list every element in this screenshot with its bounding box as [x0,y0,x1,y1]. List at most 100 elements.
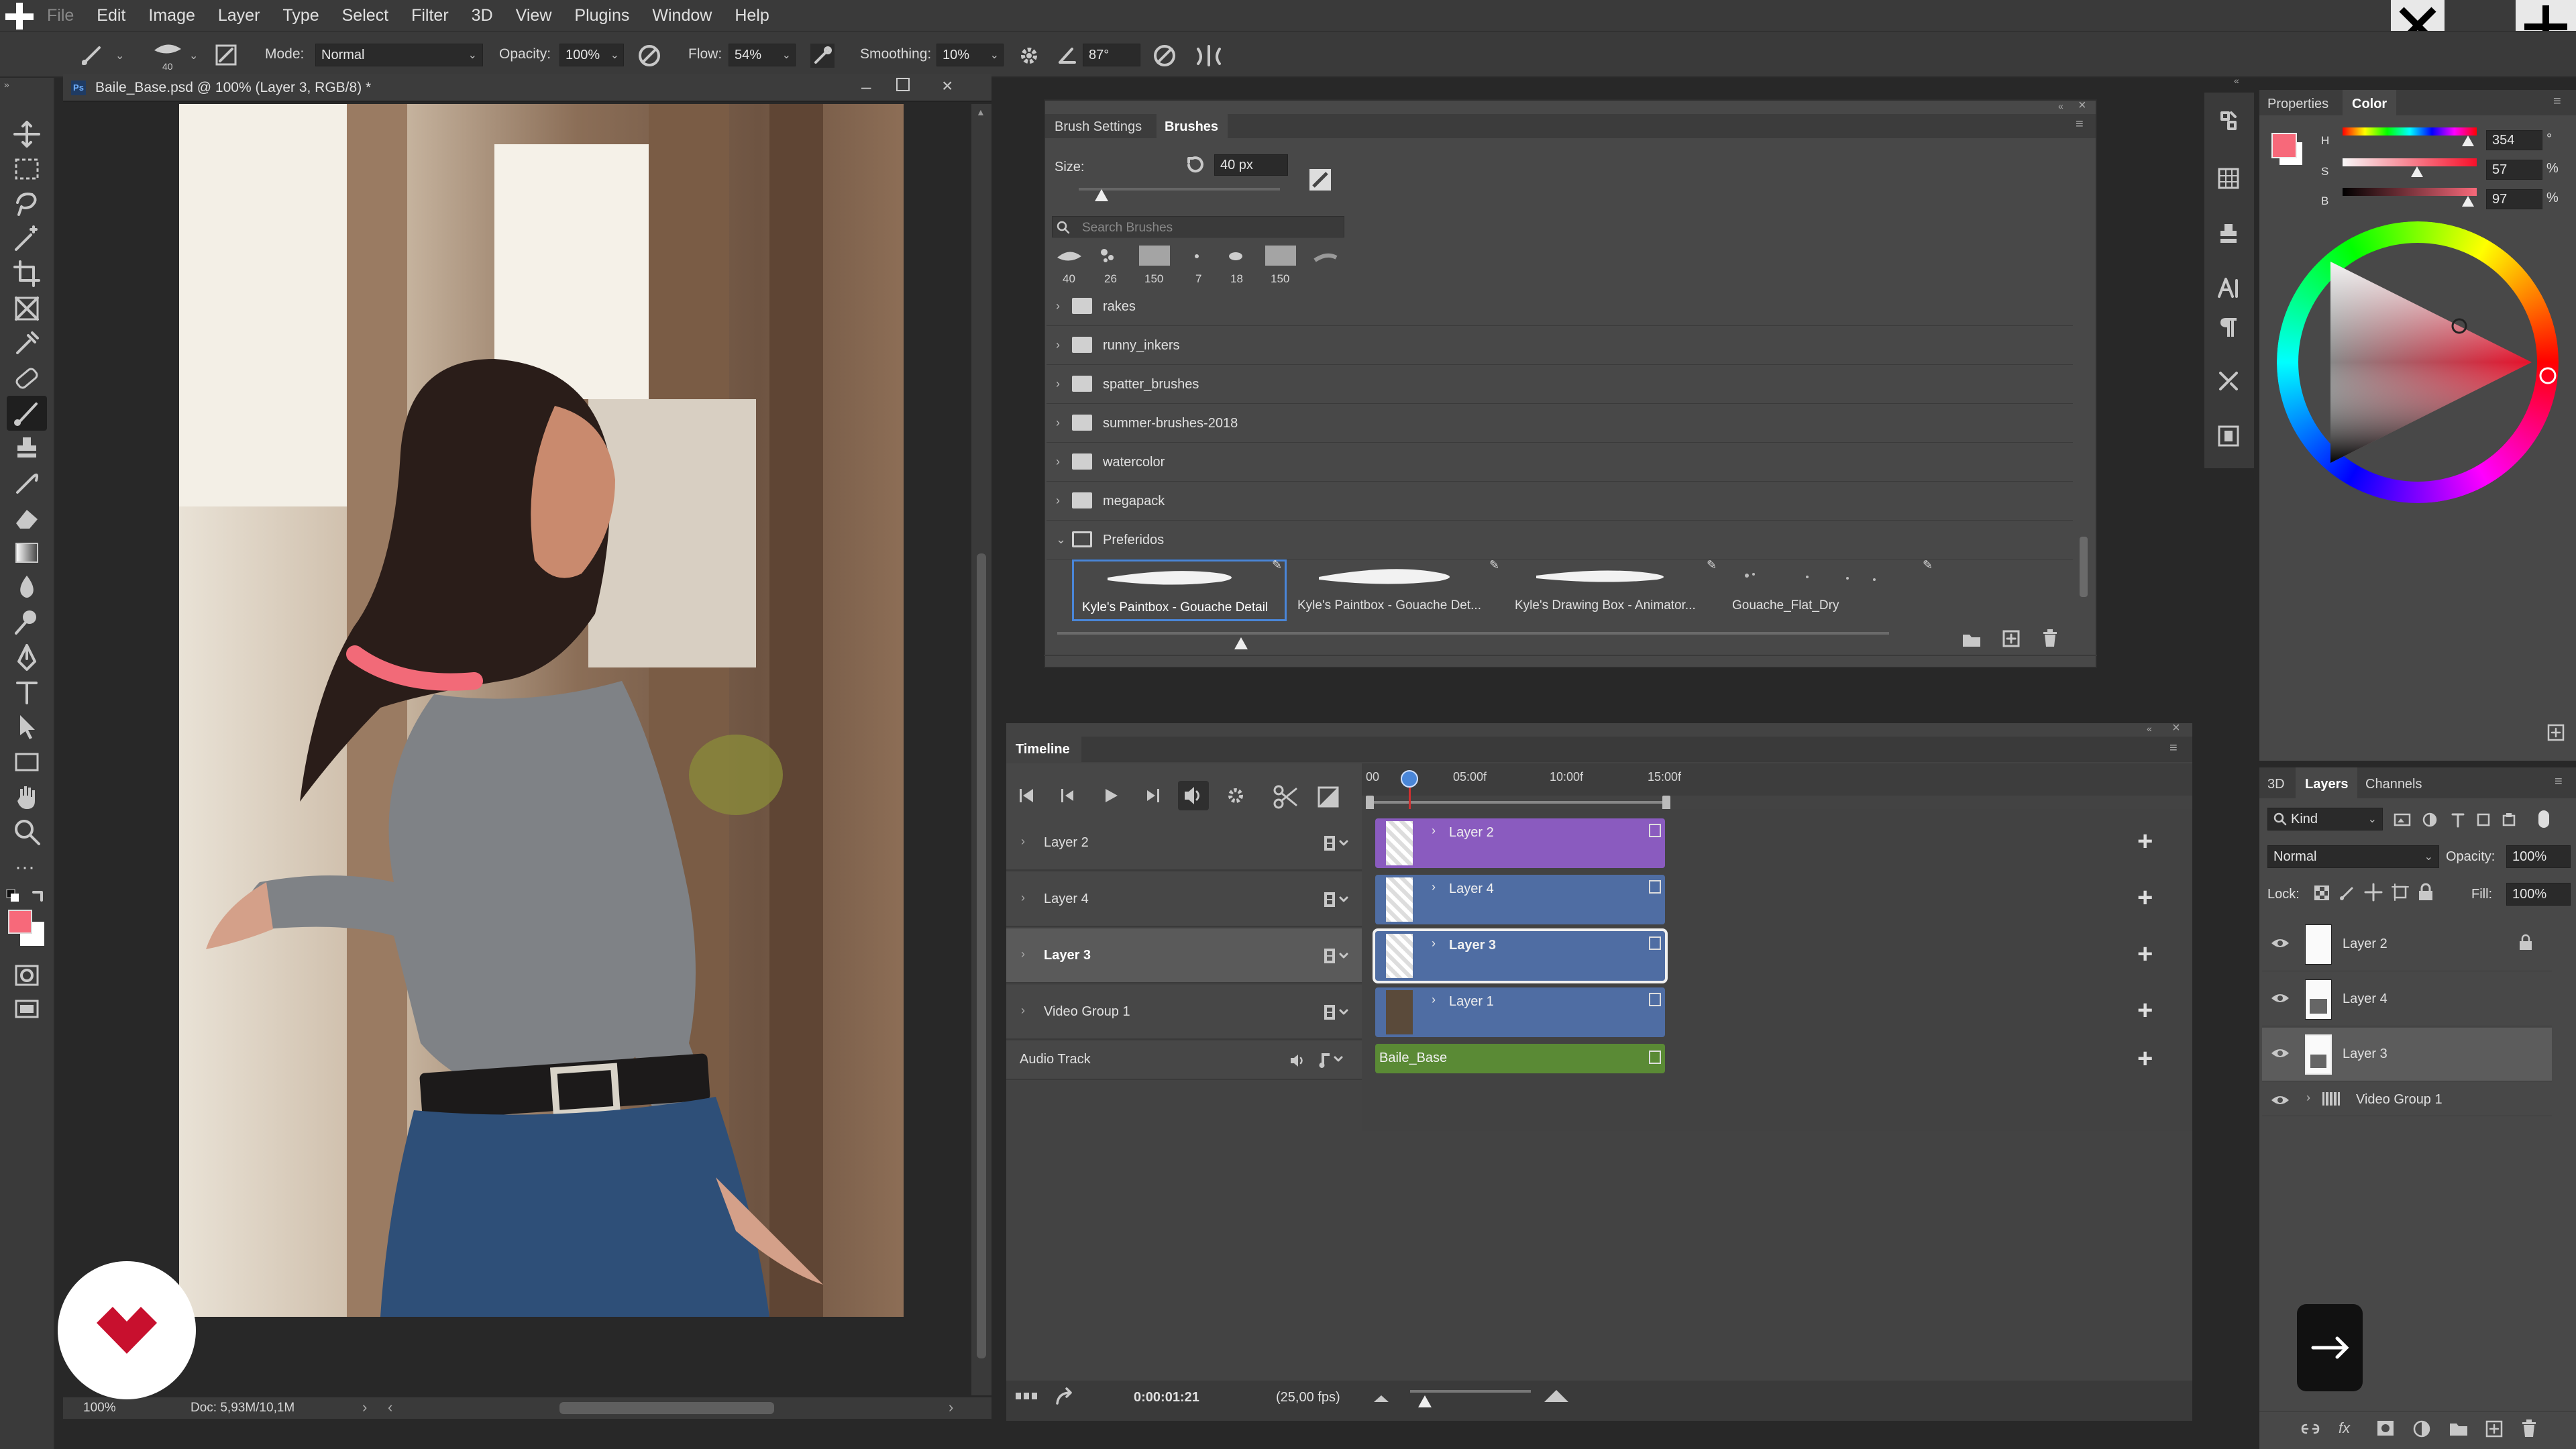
render-video-icon[interactable] [1055,1386,1076,1406]
brightness-slider[interactable] [2343,188,2477,196]
layer-row-selected[interactable]: Layer 3 [2262,1028,2552,1081]
go-to-first-frame-icon[interactable] [1017,786,1036,805]
preset-brush-tile-selected[interactable]: Kyle's Paintbox - Gouache Detail [1072,559,1287,621]
menu-window[interactable]: Window [652,6,712,25]
track-row[interactable]: › Video Group 1 [1006,985,1362,1040]
pressure-size-icon[interactable] [1152,44,1177,68]
history-brush-icon[interactable] [12,468,42,498]
document-canvas[interactable] [179,104,904,1317]
brush-folder-row[interactable]: › runny_inkers [1046,327,2073,365]
audio-speaker-icon[interactable] [1288,1052,1307,1069]
audio-clip[interactable]: Baile_Base [1375,1044,1665,1073]
panel-close-icon[interactable]: × [2078,98,2086,113]
timeline-zoom-slider-thumb[interactable] [1418,1395,1432,1407]
preview-size-slider-thumb[interactable] [1234,637,1248,649]
recent-brush[interactable]: 18 [1218,243,1257,287]
recent-brush[interactable]: 150 [1134,243,1177,287]
menu-3d[interactable]: 3D [472,6,493,25]
menu-image[interactable]: Image [148,6,195,25]
work-area-end-handle[interactable] [1662,796,1670,810]
pressure-opacity-icon[interactable] [637,44,661,68]
fg-color-chip[interactable] [2271,133,2297,158]
app-plus-icon[interactable] [0,0,54,31]
eyedropper-tool-icon[interactable] [12,329,42,358]
preset-brush-tile[interactable]: Kyle's Paintbox - Gouache Det... [1292,559,1505,621]
eye-icon[interactable] [2270,935,2290,951]
track-row[interactable]: › Layer 4 [1006,872,1362,927]
brush-preset-chevron[interactable]: ⌄ [189,49,198,62]
expand-panel-icon[interactable] [2546,723,2565,742]
search-brushes-field[interactable]: Search Brushes [1052,216,1344,237]
work-area-start-handle[interactable] [1366,796,1374,810]
edit-brush-icon[interactable]: ✎ [1923,558,1933,572]
move-tool-icon[interactable] [12,119,42,149]
clip-end-handle[interactable] [1649,1051,1661,1064]
new-brush-icon[interactable] [1307,166,1334,193]
blend-mode-select[interactable]: Normal ⌄ [2267,845,2439,868]
add-media-plus-icon[interactable]: + [2137,883,2153,913]
transition-icon[interactable] [1316,785,1340,809]
audio-track-row[interactable]: Audio Track [1006,1041,1362,1080]
airbrush-icon[interactable] [809,42,836,69]
preset-brush-tile[interactable]: Gouache_Flat_Dry [1727,559,1940,621]
filter-toggle[interactable] [2538,810,2549,828]
play-icon[interactable] [1102,786,1120,805]
menu-view[interactable]: View [516,6,552,25]
panel-collapse-icon[interactable]: « [2058,101,2063,111]
libraries-icon[interactable] [2216,424,2241,448]
edit-brush-icon[interactable]: ✎ [1272,558,1282,572]
brush-tool-active[interactable] [7,396,47,431]
frame-tool-icon[interactable] [12,294,42,323]
lock-pixels-icon[interactable] [2339,884,2356,902]
paragraph-icon[interactable] [2216,315,2241,339]
tab-brushes[interactable]: Brushes [1165,119,1218,135]
preview-size-slider-track[interactable] [1057,632,1889,635]
lock-artboard-icon[interactable] [2391,883,2410,902]
doc-zoom-readout[interactable]: 100% [83,1401,116,1415]
tab-channels[interactable]: Channels [2365,777,2422,792]
recent-brush[interactable]: 7 [1182,243,1216,287]
angle-field[interactable]: 87° [1083,44,1140,66]
timeline-collapse-icon[interactable]: « [2147,723,2152,734]
color-wheel[interactable] [2277,221,2559,503]
menu-plugins[interactable]: Plugins [574,6,629,25]
zoom-out-mountain-icon[interactable] [1371,1391,1391,1403]
filter-shape-icon[interactable] [2475,812,2491,828]
mode-select[interactable]: Normal ⌄ [315,44,483,66]
hue-slider-thumb[interactable] [2462,136,2474,146]
clip-expand-arrow[interactable]: › [1432,993,1436,1007]
layer-filter-kind[interactable]: Kind ⌄ [2267,808,2383,830]
playback-settings-icon[interactable] [1225,785,1249,809]
film-icon[interactable] [1323,835,1351,852]
film-icon[interactable] [1323,947,1351,965]
recent-brush[interactable]: 150 [1260,243,1303,287]
mute-audio-button[interactable] [1178,781,1209,810]
filter-pixel-icon[interactable] [2394,812,2411,828]
healing-brush-icon[interactable] [12,364,42,393]
next-frame-icon[interactable] [1143,786,1162,805]
menu-help[interactable]: Help [735,6,769,25]
timeline-title[interactable]: Timeline [1016,742,1070,757]
timeline-clip[interactable]: › Layer 2 [1375,818,1665,868]
new-brush-preset-icon[interactable] [2002,629,2021,648]
blur-tool-icon[interactable] [12,573,42,602]
link-layers-icon[interactable] [2300,1421,2321,1437]
eye-icon[interactable] [2270,1045,2290,1061]
brush-folder-row[interactable]: › summer-brushes-2018 [1046,405,2073,443]
path-selection-icon[interactable] [12,712,42,742]
track-row-selected[interactable]: › Layer 3 [1006,928,1362,983]
timeline-zoom-slider-track[interactable] [1410,1390,1531,1393]
pen-tool-icon[interactable] [12,643,42,672]
more-tools-icon[interactable]: ··· [15,856,35,879]
new-group-icon[interactable] [1962,631,1982,648]
saturation-field[interactable]: 57 [2486,160,2542,180]
document-tab[interactable]: Ps Baile_Base.psd @ 100% (Layer 3, RGB/8… [63,74,991,102]
clone-stamp-icon[interactable] [12,433,42,463]
rectangle-tool-icon[interactable] [12,747,42,777]
brush-folder-row[interactable]: › megapack [1046,483,2073,521]
film-icon[interactable] [1323,1004,1351,1021]
clip-expand-arrow[interactable]: › [1432,824,1436,838]
default-colors-icon[interactable] [5,888,21,904]
timeline-clip-selected[interactable]: › Layer 3 [1373,928,1668,983]
tool-preset-chevron[interactable]: ⌄ [115,49,124,62]
